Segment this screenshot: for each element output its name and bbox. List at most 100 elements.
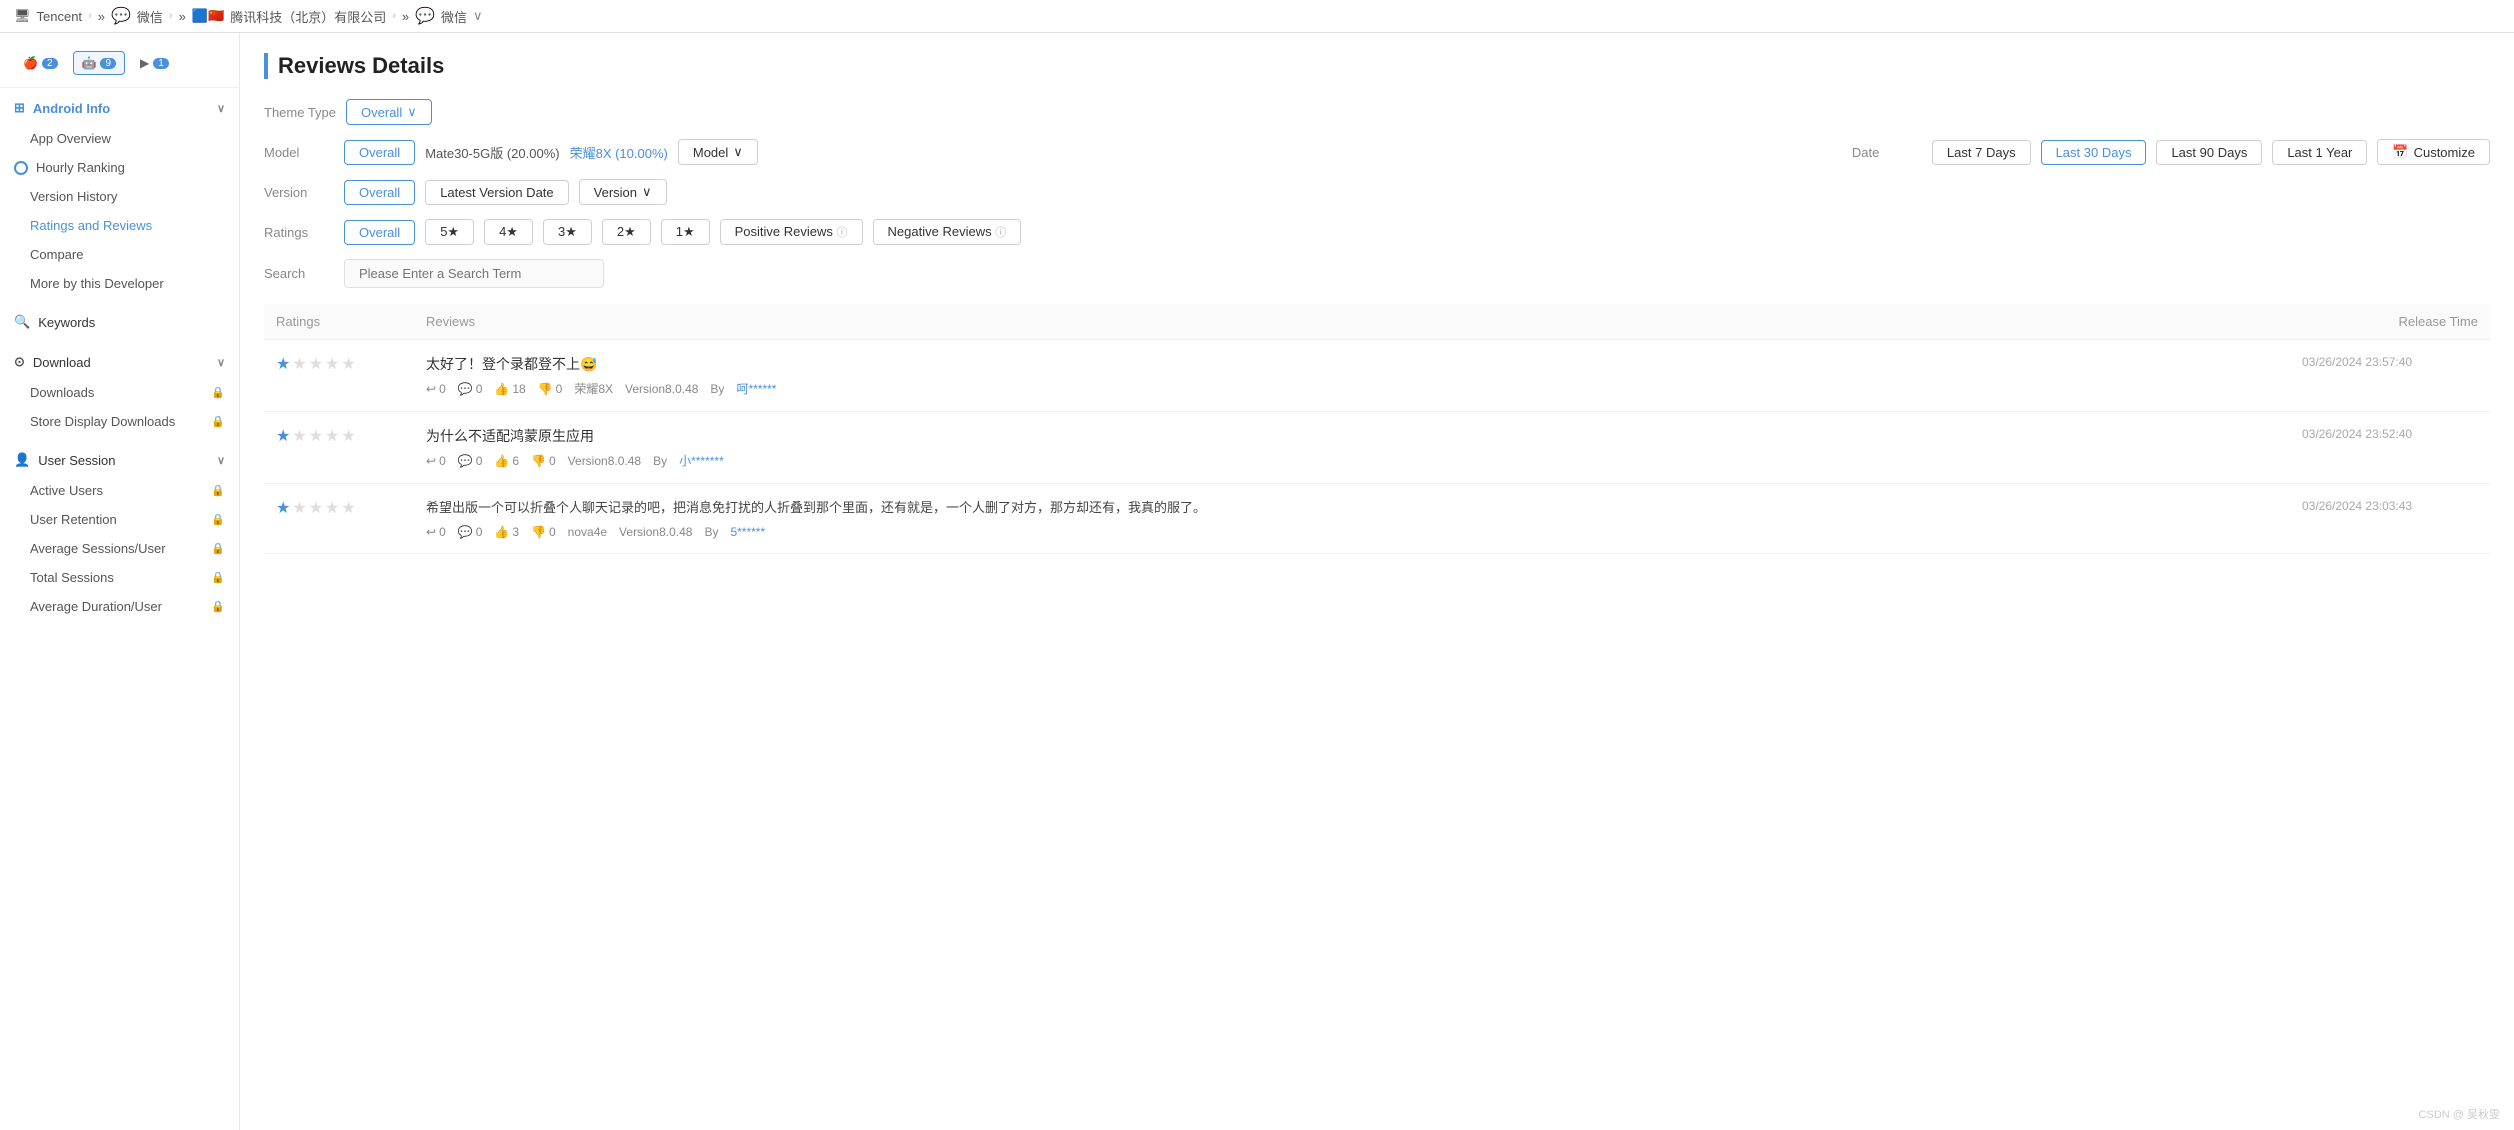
app2-name[interactable]: 腾讯科技（北京）有限公司	[230, 7, 386, 26]
sidebar-item-ratings-reviews[interactable]: Ratings and Reviews	[0, 211, 239, 240]
ratings-btn-4star[interactable]: 4★	[484, 219, 533, 245]
platform-tab-android[interactable]: 🤖 9	[73, 51, 126, 75]
sidebar-section-user-session: 👤 User Session ∨ Active Users 🔒 User Ret…	[0, 440, 239, 625]
version-dropdown-btn[interactable]: Version ∨	[579, 179, 667, 205]
date-90days-label: Last 90 Days	[2171, 145, 2247, 160]
ratings-btn-3star[interactable]: 3★	[543, 219, 592, 245]
date-customize-label: Customize	[2414, 145, 2475, 160]
user-session-chevron: ∨	[217, 454, 225, 467]
content-area: Reviews Details Theme Type Overall ∨ Mod…	[240, 33, 2514, 1130]
android-info-header[interactable]: ⊞ Android Info ∨	[0, 92, 239, 124]
download-items: Downloads 🔒 Store Display Downloads 🔒	[0, 378, 239, 436]
app3-name[interactable]: 微信	[441, 7, 467, 26]
ratings-btn-5star[interactable]: 5★	[425, 219, 474, 245]
platform-tab-play[interactable]: ▶ 1	[131, 51, 178, 75]
comment-icon: 💬	[458, 454, 473, 468]
star-2: ★	[292, 426, 306, 446]
review-model: nova4e	[568, 525, 607, 539]
store-display-lock: 🔒	[211, 415, 225, 428]
theme-type-dropdown[interactable]: Overall ∨	[346, 99, 432, 125]
model-huawei8x-text[interactable]: 荣耀8X (10.00%)	[570, 143, 668, 162]
store-display-downloads-label: Store Display Downloads	[30, 414, 175, 429]
release-time: 03/26/2024 23:03:43	[2302, 499, 2412, 513]
wechat-icon-2: 💬	[415, 6, 435, 26]
sidebar-item-compare[interactable]: Compare	[0, 240, 239, 269]
model-dropdown-label: Model	[693, 145, 728, 160]
ratings-btn-positive[interactable]: Positive Reviews ⓘ	[720, 219, 863, 245]
user-retention-lock: 🔒	[211, 513, 225, 526]
star-3: ★	[309, 354, 323, 374]
sidebar-item-store-display-downloads[interactable]: Store Display Downloads 🔒	[0, 407, 239, 436]
review-author[interactable]: 小*******	[679, 452, 724, 469]
sidebar-item-hourly-ranking[interactable]: Hourly Ranking	[0, 153, 239, 182]
keywords-header[interactable]: 🔍 Keywords	[0, 306, 239, 338]
thumb-up-icon: 👍	[494, 454, 509, 468]
platform-tab-ios[interactable]: 🍎 2	[14, 51, 67, 75]
page-title: Reviews Details	[264, 53, 2490, 79]
date-btn-7days[interactable]: Last 7 Days	[1932, 140, 2031, 165]
date-btn-90days[interactable]: Last 90 Days	[2156, 140, 2262, 165]
app3-chevron[interactable]: ∨	[473, 8, 483, 24]
model-dropdown-btn[interactable]: Model ∨	[678, 139, 758, 165]
sidebar-item-avg-sessions[interactable]: Average Sessions/User 🔒	[0, 534, 239, 563]
comment-meta: 💬 0	[458, 525, 483, 539]
app1-name[interactable]: 微信	[137, 7, 163, 26]
negative-info-icon: ⓘ	[995, 227, 1006, 239]
version-btn-latest[interactable]: Latest Version Date	[425, 180, 568, 205]
sidebar-item-avg-duration[interactable]: Average Duration/User 🔒	[0, 592, 239, 621]
ratings-3star-label: 3★	[558, 224, 577, 239]
review-author[interactable]: 呵******	[736, 380, 776, 397]
active-users-label: Active Users	[30, 483, 103, 498]
date-btn-customize[interactable]: 📅 Customize	[2377, 139, 2490, 165]
reply-icon: ↩	[426, 454, 436, 468]
review-meta: ↩ 0 💬 0 👍 6 👎 0 Version8.0.48 By 小******…	[426, 452, 2278, 469]
ratings-overall-label: Overall	[359, 225, 400, 240]
comment-meta: 💬 0	[458, 382, 483, 396]
model-filter-row: Model Overall Mate30-5G版 (20.00%) 荣耀8X (…	[264, 139, 2490, 165]
review-release-time-cell: 03/26/2024 23:57:40	[2290, 340, 2490, 412]
model-btn-overall[interactable]: Overall	[344, 140, 415, 165]
version-btn-overall[interactable]: Overall	[344, 180, 415, 205]
star-2: ★	[292, 354, 306, 374]
ratings-btn-negative[interactable]: Negative Reviews ⓘ	[873, 219, 1022, 245]
play-icon: ▶	[140, 56, 149, 70]
star-5: ★	[341, 354, 355, 374]
user-retention-label: User Retention	[30, 512, 117, 527]
user-session-header[interactable]: 👤 User Session ∨	[0, 444, 239, 476]
watermark: CSDN @ 吴秋雯	[2419, 1106, 2500, 1122]
date-btn-30days[interactable]: Last 30 Days	[2041, 140, 2147, 165]
review-version: Version8.0.48	[619, 525, 692, 539]
star-2: ★	[292, 498, 306, 518]
ratings-btn-overall[interactable]: Overall	[344, 220, 415, 245]
search-input[interactable]	[344, 259, 604, 288]
ratings-5star-label: 5★	[440, 224, 459, 239]
date-btn-1year[interactable]: Last 1 Year	[2272, 140, 2367, 165]
date-1year-label: Last 1 Year	[2287, 145, 2352, 160]
theme-type-value: Overall	[361, 105, 402, 120]
review-author[interactable]: 5******	[730, 525, 765, 539]
review-version: Version8.0.48	[568, 454, 641, 468]
sidebar: 🍎 2 🤖 9 ▶ 1 ⊞ Android Info ∨	[0, 33, 240, 1130]
sep1: ›	[88, 10, 92, 22]
tencent-flag: 🟦🇨🇳	[192, 8, 224, 24]
sidebar-item-active-users[interactable]: Active Users 🔒	[0, 476, 239, 505]
dislike-meta: 👎 0	[531, 525, 556, 539]
review-by: By	[704, 525, 718, 539]
sidebar-section-android-info: ⊞ Android Info ∨ App Overview Hourly Ran…	[0, 88, 239, 302]
active-users-lock: 🔒	[211, 484, 225, 497]
sidebar-item-downloads[interactable]: Downloads 🔒	[0, 378, 239, 407]
ratings-btn-1star[interactable]: 1★	[661, 219, 710, 245]
review-meta: ↩ 0 💬 0 👍 3 👎 0 nova4e Version8.0.48 By …	[426, 525, 2278, 539]
download-header[interactable]: ⊙ Download ∨	[0, 346, 239, 378]
sidebar-item-total-sessions[interactable]: Total Sessions 🔒	[0, 563, 239, 592]
theme-type-row: Theme Type Overall ∨	[264, 99, 2490, 125]
ratings-btn-2star[interactable]: 2★	[602, 219, 651, 245]
reply-meta: ↩ 0	[426, 454, 446, 468]
sidebar-item-more-by-developer[interactable]: More by this Developer	[0, 269, 239, 298]
company-name[interactable]: Tencent	[37, 9, 83, 24]
sidebar-item-app-overview[interactable]: App Overview	[0, 124, 239, 153]
sidebar-item-user-retention[interactable]: User Retention 🔒	[0, 505, 239, 534]
thumb-up-icon: 👍	[494, 525, 509, 539]
sidebar-item-version-history[interactable]: Version History	[0, 182, 239, 211]
comment-icon: 💬	[458, 382, 473, 396]
